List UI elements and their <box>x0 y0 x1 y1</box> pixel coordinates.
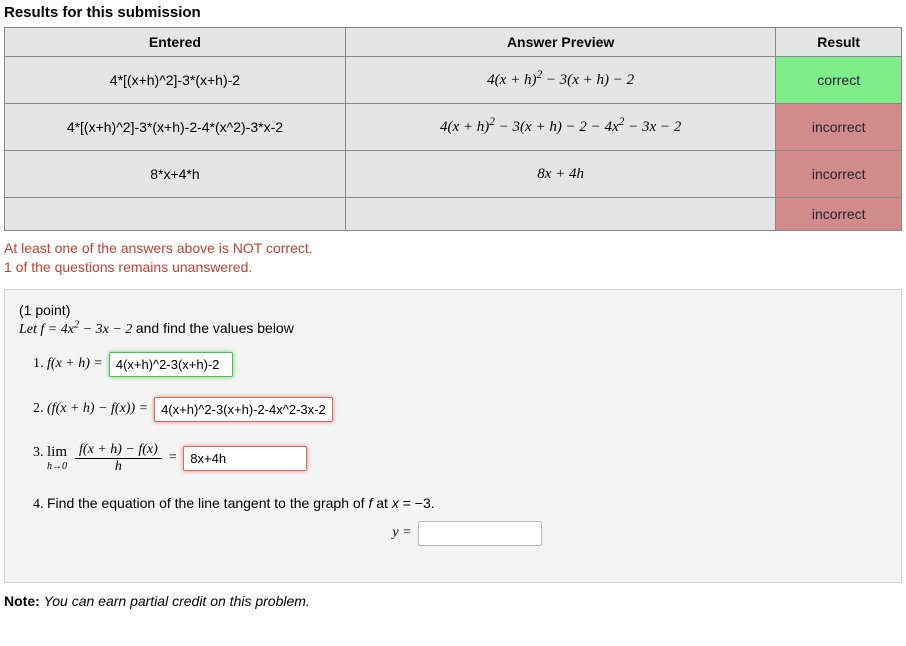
preview-cell: 4(x + h)2 − 3(x + h) − 2 − 4x2 − 3x − 2 <box>345 104 776 151</box>
table-row: 4*[(x+h)^2]-3*(x+h)-2-4*(x^2)-3*x-24(x +… <box>5 104 902 151</box>
preview-cell <box>345 198 776 231</box>
question-2: (f(x + h) − f(x)) = 4(x+h)^2-3(x+h)-2-4x… <box>47 397 887 422</box>
col-header-preview: Answer Preview <box>345 28 776 57</box>
preview-cell: 8x + 4h <box>345 151 776 198</box>
q4-lhs: y = <box>392 525 411 541</box>
question-3: lim h→0 f(x + h) − f(x) h = 8x+4h <box>47 442 887 475</box>
q1-lhs: f(x + h) = <box>47 356 103 372</box>
col-header-entered: Entered <box>5 28 346 57</box>
result-cell: incorrect <box>776 198 902 231</box>
q3-fraction: f(x + h) − f(x) h <box>75 442 162 475</box>
entered-cell: 4*[(x+h)^2]-3*(x+h)-2-4*(x^2)-3*x-2 <box>5 104 346 151</box>
entered-cell <box>5 198 346 231</box>
table-row: 4*[(x+h)^2]-3*(x+h)-24(x + h)2 − 3(x + h… <box>5 57 902 104</box>
points-label: (1 point) <box>19 302 887 318</box>
limit-symbol: lim h→0 <box>47 444 67 472</box>
error-line-2: 1 of the questions remains unanswered. <box>4 258 902 277</box>
table-row: incorrect <box>5 198 902 231</box>
question-4: Find the equation of the line tangent to… <box>47 495 887 546</box>
q2-answer-input[interactable]: 4(x+h)^2-3(x+h)-2-4x^2-3x-2 <box>154 397 333 422</box>
entered-cell: 4*[(x+h)^2]-3*(x+h)-2 <box>5 57 346 104</box>
results-table: Entered Answer Preview Result 4*[(x+h)^2… <box>4 27 902 231</box>
error-line-1: At least one of the answers above is NOT… <box>4 239 902 258</box>
col-header-result: Result <box>776 28 902 57</box>
result-cell: incorrect <box>776 151 902 198</box>
q4-answer-input[interactable] <box>418 521 542 546</box>
entered-cell: 8*x+4*h <box>5 151 346 198</box>
problem-box: (1 point) Let f = 4x2 − 3x − 2 and find … <box>4 289 902 583</box>
result-cell: incorrect <box>776 104 902 151</box>
q2-lhs: (f(x + h) − f(x)) = <box>47 401 148 417</box>
error-messages: At least one of the answers above is NOT… <box>4 239 902 277</box>
table-row: 8*x+4*h8x + 4hincorrect <box>5 151 902 198</box>
results-title: Results for this submission <box>4 4 902 21</box>
q1-answer-input[interactable]: 4(x+h)^2-3(x+h)-2 <box>109 352 233 377</box>
preview-cell: 4(x + h)2 − 3(x + h) − 2 <box>345 57 776 104</box>
note-line: Note: You can earn partial credit on thi… <box>4 593 902 609</box>
question-1: f(x + h) = 4(x+h)^2-3(x+h)-2 <box>47 352 887 377</box>
problem-statement: Let f = 4x2 − 3x − 2 and find the values… <box>19 320 887 338</box>
result-cell: correct <box>776 57 902 104</box>
q4-text: Find the equation of the line tangent to… <box>47 495 435 511</box>
q3-answer-input[interactable]: 8x+4h <box>183 446 307 471</box>
